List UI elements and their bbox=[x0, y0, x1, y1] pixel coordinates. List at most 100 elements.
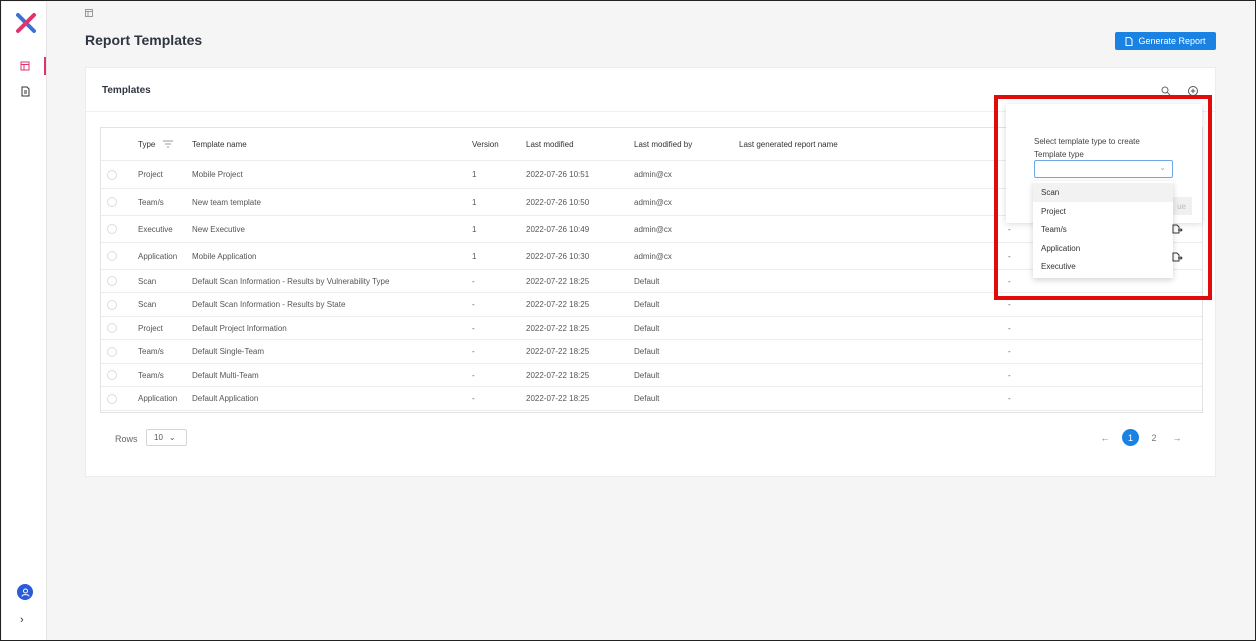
row-radio[interactable] bbox=[107, 364, 117, 386]
cell-type: Executive bbox=[138, 224, 173, 234]
cell-type: Project bbox=[138, 323, 163, 333]
cell-last-modified: 2022-07-22 18:25 bbox=[526, 276, 590, 286]
cell-template-name: Mobile Project bbox=[192, 170, 243, 179]
cell-template-name: Mobile Application bbox=[192, 251, 257, 261]
cell-last-modified-by: admin@cx bbox=[634, 197, 672, 207]
radio-button[interactable] bbox=[107, 346, 117, 357]
radio-button[interactable] bbox=[107, 323, 117, 333]
document-icon bbox=[1125, 36, 1133, 46]
cell-version: - bbox=[472, 394, 475, 403]
cell-last-modified: 2022-07-26 10:51 bbox=[526, 170, 590, 179]
row-radio[interactable] bbox=[107, 216, 117, 242]
prev-page-arrow-icon[interactable]: ← bbox=[1099, 429, 1111, 446]
radio-button[interactable] bbox=[107, 370, 117, 380]
filter-icon[interactable] bbox=[163, 140, 174, 148]
user-avatar-icon[interactable] bbox=[17, 584, 33, 600]
cell-type: Scan bbox=[138, 300, 157, 309]
row-radio[interactable] bbox=[107, 161, 117, 188]
cell-last-modified: 2022-07-22 18:25 bbox=[526, 370, 590, 380]
cell-last-modified: 2022-07-22 18:25 bbox=[526, 300, 590, 309]
cell-version: - bbox=[472, 323, 475, 333]
chevron-down-icon: ⌄ bbox=[168, 433, 176, 442]
cell-last-modified-by: Default bbox=[634, 300, 660, 309]
cell-last-modified-by: Default bbox=[634, 394, 660, 403]
cell-template-name: Default Scan Information - Results by St… bbox=[192, 300, 346, 309]
column-header-version[interactable]: Version bbox=[472, 128, 499, 160]
nav-active-indicator bbox=[44, 57, 46, 75]
table-row[interactable]: Application Default Application - 2022-07-2… bbox=[101, 387, 1202, 411]
cell-last-modified-by: admin@cx bbox=[634, 170, 672, 179]
generate-report-button[interactable]: Generate Report bbox=[1115, 32, 1216, 50]
templates-icon[interactable] bbox=[18, 59, 32, 73]
table-row[interactable]: Project Default Project Information - 2022-… bbox=[101, 317, 1202, 340]
cell-version: 1 bbox=[472, 224, 477, 234]
rows-per-page-value: 10 bbox=[154, 433, 163, 442]
cell-template-name: New team template bbox=[192, 197, 261, 207]
column-header-template-name[interactable]: Template name bbox=[192, 128, 247, 160]
page-2-button[interactable]: 2 bbox=[1147, 429, 1161, 446]
row-radio[interactable] bbox=[107, 340, 117, 363]
cell-last-generated-report: - bbox=[1008, 347, 1011, 356]
cell-last-modified: 2022-07-26 10:49 bbox=[526, 224, 590, 234]
cell-version: 1 bbox=[472, 251, 477, 261]
cell-template-name: Default Scan Information - Results by Vu… bbox=[192, 276, 390, 286]
page-title: Report Templates bbox=[85, 32, 203, 48]
breadcrumb-templates-icon[interactable] bbox=[85, 9, 93, 19]
cell-version: - bbox=[472, 370, 475, 380]
column-header-last-modified-by[interactable]: Last modified by bbox=[634, 128, 692, 160]
cell-version: 1 bbox=[472, 197, 477, 207]
cell-version: 1 bbox=[472, 170, 477, 179]
rows-label: Rows bbox=[115, 434, 138, 444]
cell-version: - bbox=[472, 347, 475, 356]
row-radio[interactable] bbox=[107, 189, 117, 215]
cell-last-modified-by: Default bbox=[634, 370, 660, 380]
column-header-type[interactable]: Type bbox=[138, 128, 174, 160]
radio-button[interactable] bbox=[107, 276, 117, 286]
radio-button[interactable] bbox=[107, 299, 117, 310]
cell-template-name: New Executive bbox=[192, 224, 245, 234]
logo-x-icon[interactable] bbox=[15, 12, 37, 34]
cell-type: Team/s bbox=[138, 347, 164, 356]
cell-type: Scan bbox=[138, 276, 157, 286]
cell-last-modified: 2022-07-22 18:25 bbox=[526, 323, 590, 333]
cell-last-generated-report: - bbox=[1008, 323, 1011, 333]
table-row[interactable]: Team/s Default Multi-Team - 2022-07-22 18:2… bbox=[101, 364, 1202, 387]
column-header-label: Type bbox=[138, 139, 156, 149]
radio-button[interactable] bbox=[107, 251, 117, 261]
sidebar: › bbox=[2, 2, 47, 640]
table-row[interactable]: Team/s Default Single-Team - 2022-07-22 18:… bbox=[101, 340, 1202, 364]
cell-last-modified-by: Default bbox=[634, 276, 660, 286]
next-page-arrow-icon[interactable]: → bbox=[1171, 429, 1183, 446]
row-radio[interactable] bbox=[107, 387, 117, 410]
cell-last-modified-by: admin@cx bbox=[634, 251, 672, 261]
cell-template-name: Default Multi-Team bbox=[192, 370, 259, 380]
report-file-icon[interactable] bbox=[18, 84, 32, 98]
generate-report-label: Generate Report bbox=[1138, 36, 1206, 46]
chevron-right-icon[interactable]: › bbox=[20, 614, 24, 626]
cell-last-modified: 2022-07-26 10:30 bbox=[526, 251, 590, 261]
radio-button[interactable] bbox=[107, 169, 117, 180]
cell-type: Team/s bbox=[138, 370, 164, 380]
card-title: Templates bbox=[102, 85, 151, 96]
page-1-button[interactable]: 1 bbox=[1122, 429, 1139, 446]
row-radio[interactable] bbox=[107, 270, 117, 292]
radio-button[interactable] bbox=[107, 393, 117, 404]
cell-type: Team/s bbox=[138, 197, 164, 207]
cell-last-modified: 2022-07-22 18:25 bbox=[526, 347, 590, 356]
column-header-last-generated-report[interactable]: Last generated report name bbox=[739, 128, 838, 160]
radio-button[interactable] bbox=[107, 224, 117, 234]
cell-template-name: Default Project Information bbox=[192, 323, 287, 333]
rows-per-page-select[interactable]: 10 ⌄ bbox=[146, 429, 187, 446]
cell-last-modified: 2022-07-26 10:50 bbox=[526, 197, 590, 207]
row-radio[interactable] bbox=[107, 243, 117, 269]
cell-type: Project bbox=[138, 170, 163, 179]
cell-last-modified-by: Default bbox=[634, 323, 660, 333]
cell-last-generated-report: - bbox=[1008, 394, 1011, 403]
cell-version: - bbox=[472, 300, 475, 309]
row-radio[interactable] bbox=[107, 317, 117, 339]
cell-type: Application bbox=[138, 251, 178, 261]
column-header-last-modified[interactable]: Last modified bbox=[526, 128, 574, 160]
radio-button[interactable] bbox=[107, 197, 117, 207]
row-radio[interactable] bbox=[107, 293, 117, 316]
cell-template-name: Default Application bbox=[192, 394, 259, 403]
